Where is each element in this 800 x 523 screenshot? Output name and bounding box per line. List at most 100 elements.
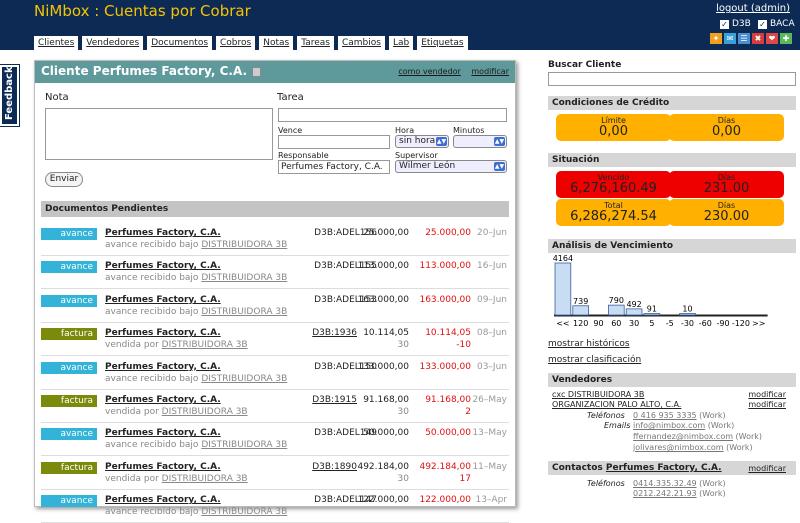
client-name-link[interactable]: Perfumes Factory, C.A. — [105, 462, 221, 472]
tab-cambios[interactable]: Cambios — [337, 36, 385, 50]
situation-title: Situación — [548, 153, 796, 167]
document-amount: 91.168,00 — [363, 395, 409, 405]
contact-phone-1[interactable]: 0414.335.32.49 (Work) — [633, 479, 726, 488]
note-textarea[interactable] — [45, 108, 273, 160]
search-client-input[interactable] — [548, 72, 796, 86]
client-name-link[interactable]: Perfumes Factory, C.A. — [105, 362, 221, 372]
due-label: Vence — [278, 126, 303, 135]
logout-link[interactable]: logout (admin) — [716, 3, 790, 14]
vendor-name-1[interactable]: cxc DISTRIBUIDORA 3B — [552, 390, 644, 399]
document-balance: 133.000,00 — [419, 361, 471, 372]
distributor-link[interactable]: DISTRIBUIDORA 3B — [162, 407, 248, 417]
due-date-input[interactable] — [278, 135, 390, 149]
note-label: Nota — [45, 92, 69, 103]
contacts-client-link[interactable]: Perfumes Factory, C.A. — [606, 463, 722, 473]
distributor-link[interactable]: DISTRIBUIDORA 3B — [201, 507, 287, 517]
distributor-link[interactable]: DISTRIBUIDORA 3B — [201, 240, 287, 250]
responsible-label: Responsable — [278, 151, 329, 160]
as-vendor-link[interactable]: como vendedor — [398, 67, 461, 76]
send-button[interactable]: Enviar — [45, 172, 83, 187]
aging-bar — [608, 304, 625, 316]
distributor-link[interactable]: DISTRIBUIDORA 3B — [201, 374, 287, 384]
vendor-phone[interactable]: 0 416 935 3335 (Work) — [633, 411, 726, 420]
vendor-email-2[interactable]: ffernandez@nimbox.com (Work) — [633, 432, 762, 441]
document-term-days: 30 — [397, 473, 409, 484]
tab-documentos[interactable]: Documentos — [147, 36, 213, 50]
tab-tareas[interactable]: Tareas — [297, 36, 334, 50]
client-name-link[interactable]: Perfumes Factory, C.A. — [105, 428, 221, 438]
hour-label: Hora — [395, 126, 415, 135]
client-name-link[interactable]: Perfumes Factory, C.A. — [105, 261, 221, 271]
client-name-link[interactable]: Perfumes Factory, C.A. — [105, 395, 221, 405]
document-icon[interactable] — [252, 66, 262, 77]
total-days-box: Días 230.00 — [669, 199, 784, 226]
overdue-days-box: Días 231.00 — [669, 171, 784, 198]
vendor-name-2[interactable]: ORGANIZACION PALO ALTO, C.A. — [552, 400, 681, 409]
show-history-link[interactable]: mostrar históricos — [548, 339, 630, 349]
tab-clientes[interactable]: Clientes — [34, 36, 79, 50]
client-name-link[interactable]: Perfumes Factory, C.A. — [105, 295, 221, 305]
credit-limit-box: Límite 0,00 — [556, 114, 671, 141]
vendor-email-3[interactable]: jolivares@nimbox.com (Work) — [633, 443, 753, 452]
supervisor-select[interactable]: Wilmer León ▲▼ — [395, 160, 507, 173]
minutes-select[interactable]: ▲▼ — [453, 135, 507, 148]
document-origin: avance recibido bajo DISTRIBUIDORA 3B — [105, 240, 288, 250]
supervisor-value: Wilmer León — [399, 161, 456, 171]
client-name-link[interactable]: Perfumes Factory, C.A. — [105, 228, 221, 238]
distributor-link[interactable]: DISTRIBUIDORA 3B — [201, 440, 287, 450]
distributor-link[interactable]: DISTRIBUIDORA 3B — [162, 340, 248, 350]
tool-icon-3[interactable]: ☰ — [738, 33, 750, 44]
document-amount: 122.000,00 — [357, 495, 409, 506]
vendor-email-1[interactable]: info@nimbox.com (Work) — [633, 421, 734, 430]
vendor-modify-link-1[interactable]: modificar — [748, 390, 786, 399]
tab-etiquetas[interactable]: Etiquetas — [417, 36, 468, 50]
tool-icon-5[interactable]: ❤ — [766, 33, 778, 44]
show-classification-link[interactable]: mostrar clasificación — [548, 355, 641, 365]
document-balance: 122.000,00 — [419, 495, 471, 506]
document-date: 16–Jun — [476, 261, 507, 272]
contacts-modify-link[interactable]: modificar — [748, 464, 786, 473]
company-checkbox-d3b[interactable]: ✓ D3B — [720, 19, 751, 29]
tool-icon-2[interactable]: ✉ — [724, 33, 736, 44]
tab-cobros[interactable]: Cobros — [216, 36, 256, 50]
distributor-link[interactable]: DISTRIBUIDORA 3B — [162, 474, 248, 484]
credit-conditions-title: Condiciones de Crédito — [548, 96, 796, 110]
hour-select[interactable]: sin hora ▲▼ — [395, 135, 449, 148]
document-origin: vendida por DISTRIBUIDORA 3B — [105, 473, 248, 484]
aging-tick-label: -30 — [681, 319, 694, 328]
vendor-modify-link-2[interactable]: modificar — [748, 400, 786, 409]
feedback-tab[interactable]: Feedback — [0, 64, 20, 127]
tool-icon-1[interactable]: ✦ — [710, 33, 722, 44]
tool-icon-6[interactable]: ✚ — [780, 33, 792, 44]
client-name-link[interactable]: Perfumes Factory, C.A. — [105, 495, 221, 505]
aging-tick-label: >> — [752, 319, 765, 328]
tool-icons: ✦ ✉ ☰ ✖ ❤ ✚ — [710, 33, 792, 44]
tab-notas[interactable]: Notas — [259, 36, 294, 50]
distributor-link[interactable]: DISTRIBUIDORA 3B — [201, 273, 287, 283]
client-name-link[interactable]: Perfumes Factory, C.A. — [105, 328, 221, 338]
tab-vendedores[interactable]: Vendedores — [82, 36, 144, 50]
company-checkbox-baca[interactable]: ✓ BACA — [758, 19, 795, 29]
document-type-badge: avance — [41, 495, 97, 508]
document-days-overdue: 17 — [459, 473, 471, 484]
document-type-badge: factura — [41, 395, 97, 407]
modify-client-link[interactable]: modificar — [471, 67, 509, 76]
tool-icon-4[interactable]: ✖ — [752, 33, 764, 44]
contact-phone-2[interactable]: 0212.242.21.93 (Work) — [633, 489, 726, 498]
document-row: factura Perfumes Factory, C.A. vendida por… — [41, 389, 509, 423]
document-date: 20–Jun — [476, 228, 507, 238]
overdue-value: 6,276,160.49 — [570, 181, 657, 196]
checkbox-icon: ✓ — [720, 19, 729, 29]
vendor-phones-label: Teléfonos — [587, 411, 625, 420]
distributor-link[interactable]: DISTRIBUIDORA 3B — [201, 307, 287, 317]
task-label: Tarea — [277, 92, 304, 103]
document-term-days: 30 — [397, 340, 409, 351]
document-date: 13–May — [472, 428, 507, 439]
tab-lab[interactable]: Lab — [388, 36, 414, 50]
company-label: D3B — [732, 19, 751, 29]
aging-tick-label: << — [556, 319, 569, 328]
responsible-input[interactable]: Perfumes Factory, C.A. — [278, 160, 390, 174]
chevron-down-icon: ▲▼ — [494, 162, 505, 171]
task-input[interactable] — [278, 108, 507, 122]
aging-chart: 4164 << 739 120 90 790 60 492 30 91 5 -5 10 -30 -60 -90… — [553, 254, 768, 328]
